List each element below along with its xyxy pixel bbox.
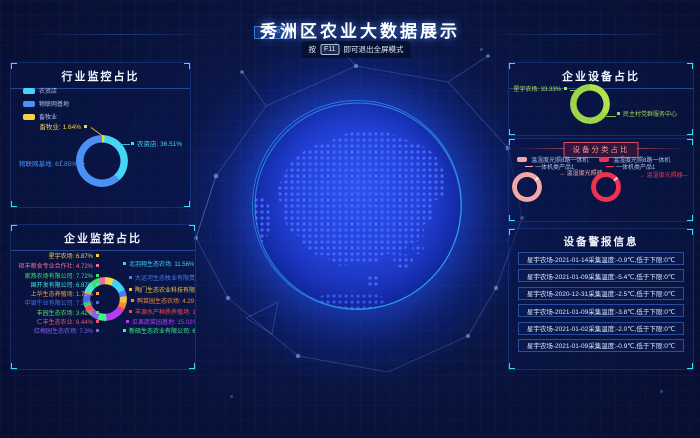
classification-donut-left[interactable] — [512, 172, 542, 202]
fullscreen-hint: 按 F11 即可退出全屏模式 — [301, 41, 410, 58]
industry-donut-chart[interactable] — [76, 135, 128, 187]
pie-label: 农资店: 36.51% — [131, 141, 182, 148]
pie-label: 民主村党群服务中心 — [617, 112, 677, 119]
alarm-row[interactable]: 星宇农场-2021-01-09采集温度:-5.4℃,低于下限:0℃ — [518, 269, 684, 282]
panel-title: 企业监控占比 — [11, 225, 195, 251]
device-classification-panel: 设备分类占比 温湿度光照8路一体机 一体机类产品1 → 温湿度光照器— 温湿度光… — [508, 138, 694, 222]
legend-item[interactable]: 畜牧业 — [23, 112, 69, 121]
pie-label: 丰源水产种质养殖场: 1. — [129, 310, 196, 317]
legend-label: 温湿度光照8路一体机 — [613, 155, 670, 164]
pie-label: 国开发有限公司: 6.87% — [13, 283, 99, 290]
legend-line — [525, 166, 533, 167]
pie-label: 上华生态养殖场: 1.72% — [13, 292, 99, 299]
pie-label: 中银牛业有限公司: 7.29% — [13, 301, 99, 308]
pie-label: 家燕农场有限公司: 7.72% — [13, 274, 99, 281]
pie-label: 硕丰粮食专业合作社: 4.72% — [13, 264, 99, 271]
alarm-row[interactable]: 星宇农场-2021-01-09采集温度:-0.9℃,低于下限:0℃ — [518, 339, 684, 352]
pie-label: 大运河生态牧业有限责任公 — [129, 276, 196, 283]
title-line — [637, 148, 687, 149]
callout-line — [77, 163, 85, 164]
enterprise-monitor-panel: 企业监控占比 星宇农场: 6.87% 硕丰粮食专业合作社: 4.72% 家燕农场… — [10, 224, 196, 370]
pie-label: 仁丰生态农业: 6.44% — [13, 320, 99, 327]
legend-line — [606, 166, 614, 167]
background-dot — [660, 390, 663, 393]
legend-label: 畜牧业 — [39, 112, 57, 121]
pie-label: 丰园生态农场: 3.42% — [13, 311, 99, 318]
globe-visualization — [252, 100, 462, 310]
dashboard: LOGO 秀洲区农业大数据展示 按 F11 即可退出全屏模式 行业监控占比 农资… — [0, 0, 700, 438]
f11-keycap: F11 — [320, 44, 340, 55]
arrow-icon: → — [639, 173, 645, 179]
alarm-row[interactable]: 星宇农场-2021-01-14采集温度:-0.9℃,低于下限:0℃ — [518, 252, 684, 265]
equipment-ratio-panel: 企业设备占比 星宇农场: 33.33% 民主村党群服务中心 — [508, 62, 694, 136]
pie-label: → 温湿度光照器— — [639, 173, 689, 180]
hint-prefix: 按 — [308, 44, 316, 55]
panel-title: 企业设备占比 — [509, 63, 693, 89]
legend-item[interactable]: 农资店 — [23, 86, 69, 95]
title-line — [515, 148, 565, 149]
legend-label: 物联网基地 — [39, 99, 69, 108]
alarm-list: 星宇农场-2021-01-14采集温度:-0.9℃,低于下限:0℃ 星宇农场-2… — [518, 252, 684, 352]
header-line — [20, 34, 220, 35]
pie-label: 星宇农场: 6.87% — [13, 254, 99, 261]
alarm-row[interactable]: 星宇农场-2021-01-09采集温度:-3.8℃,低于下限:0℃ — [518, 304, 684, 317]
pie-label: 畜牧业: 1.64% — [27, 124, 87, 131]
background-dot — [480, 48, 483, 51]
arrow-icon: → — [559, 171, 565, 177]
legend-swatch — [23, 101, 35, 107]
legend-sub-label: 一体机类产品1 — [606, 165, 655, 172]
callout-line — [570, 90, 577, 91]
legend-label: 温湿度光照8路一体机 — [531, 155, 588, 164]
pie-label: 北羽翔生态农场: 11.56% — [123, 262, 194, 269]
legend-sub-text: 一体机类产品1 — [616, 165, 655, 171]
legend-item[interactable]: 温湿度光照8路一体机 — [599, 155, 670, 164]
panel-title: 设备警报信息 — [509, 229, 693, 253]
pie-label: 陶门生态农业科技有限公 — [129, 288, 196, 295]
alarm-row[interactable]: 星宇农场-2021-01-02采集温度:-2.0℃,低于下限:0℃ — [518, 322, 684, 335]
pie-label: 瓜果蔬菜园基地: 15.02% — [126, 320, 196, 327]
chart-legend: 农资店 物联网基地 畜牧业 — [23, 86, 69, 125]
page-title: 秀洲区农业大数据展示 — [260, 17, 460, 42]
legend-label: 农资店 — [39, 86, 57, 95]
pie-label-text: 温湿度光照器— — [647, 173, 689, 179]
callout-line — [606, 116, 616, 117]
device-alarm-panel: 设备警报信息 星宇农场-2021-01-14采集温度:-0.9℃,低于下限:0℃… — [508, 228, 694, 370]
header-line — [480, 34, 680, 35]
legend-swatch — [599, 157, 609, 162]
legend-swatch — [23, 114, 35, 120]
alarm-row[interactable]: 星宇农场-2020-12-31采集温度:-2.5℃,低于下限:0℃ — [518, 287, 684, 300]
pie-label: 新硕生态农业有限公司: 6.87 — [123, 329, 196, 336]
callout-line — [122, 144, 130, 145]
pie-label: 物联网基地: 61.85% — [19, 161, 83, 168]
industry-monitor-panel: 行业监控占比 农资店 物联网基地 畜牧业 畜牧业: 1.64% 农资店: 36.… — [10, 62, 191, 208]
callout-line — [91, 127, 102, 135]
pie-label: 星宇农场: 33.33% — [513, 87, 567, 94]
legend-item[interactable]: 温湿度光照8路一体机 — [517, 155, 588, 164]
classification-donut-right[interactable] — [591, 172, 621, 202]
legend-item[interactable]: 物联网基地 — [23, 99, 69, 108]
legend-swatch — [517, 157, 527, 162]
pie-label: 红梅园生态农场: 7.3% — [13, 329, 99, 336]
hint-suffix: 即可退出全屏模式 — [344, 44, 404, 55]
legend-swatch — [23, 88, 35, 94]
background-dot — [230, 395, 233, 398]
globe-dot-map — [253, 101, 463, 311]
pie-label: 鸭苗园生态农场: 4.29 — [131, 299, 194, 306]
